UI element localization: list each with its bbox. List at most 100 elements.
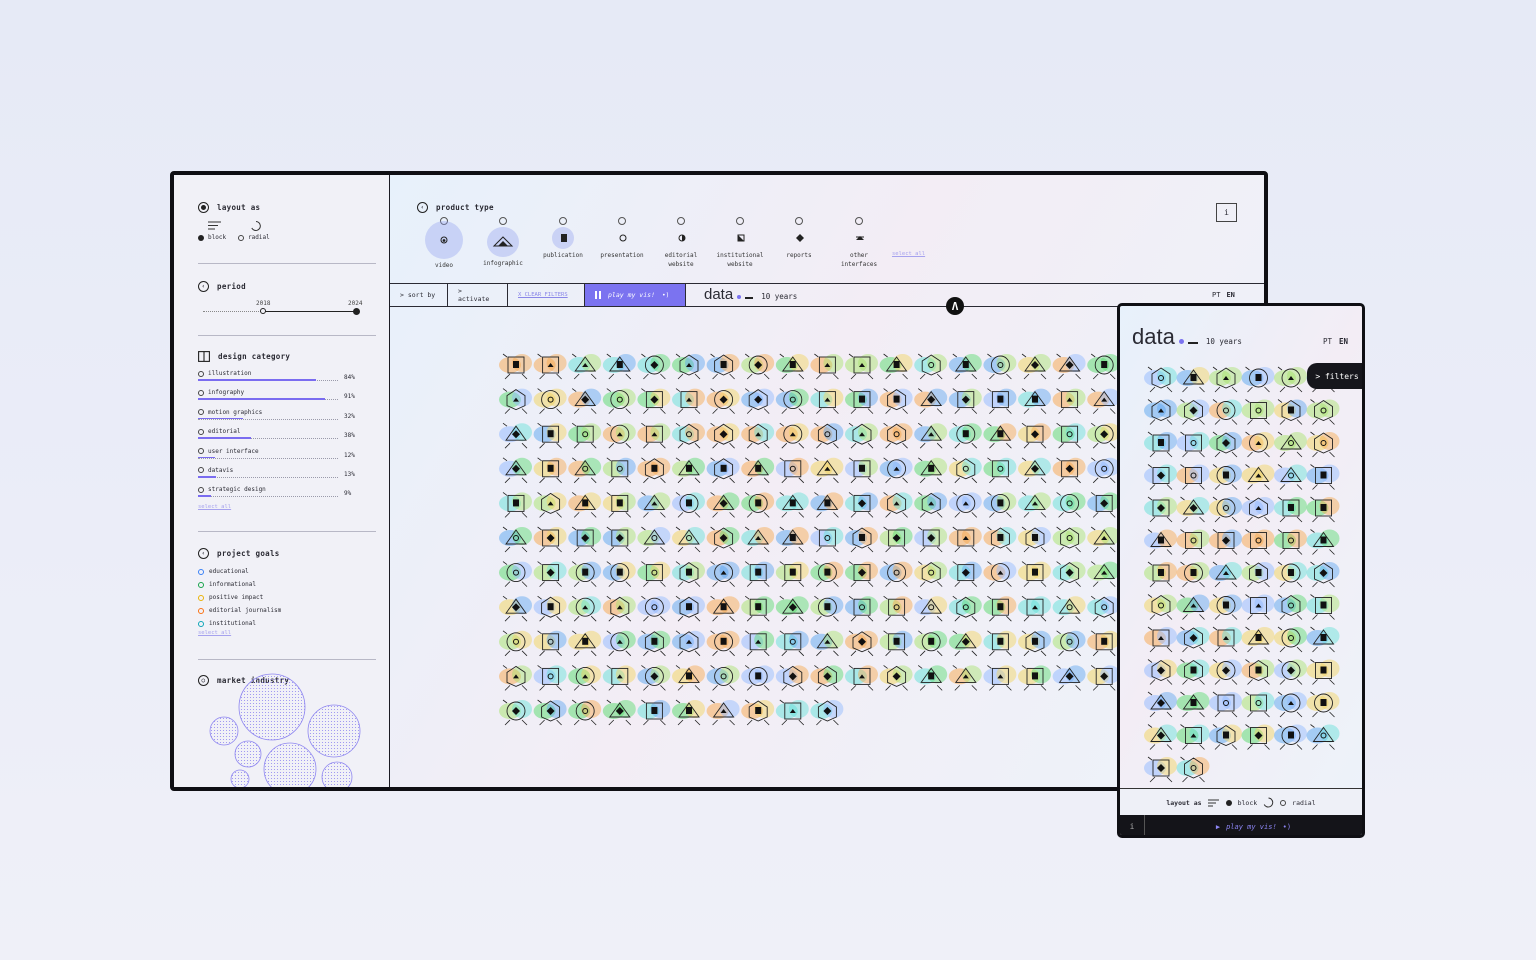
project-glyph[interactable] [568, 457, 602, 484]
project-glyph[interactable] [672, 492, 705, 518]
project-glyph[interactable] [948, 353, 982, 380]
project-glyph[interactable] [637, 526, 671, 553]
project-glyph[interactable] [1241, 594, 1275, 620]
project-glyph[interactable] [845, 595, 878, 622]
project-glyph[interactable] [1306, 691, 1340, 718]
project-glyph[interactable] [706, 665, 740, 691]
project-glyph[interactable] [1144, 659, 1177, 685]
project-glyph[interactable] [775, 561, 809, 587]
project-glyph[interactable] [775, 457, 809, 484]
project-glyph[interactable] [775, 665, 809, 691]
project-glyph[interactable] [602, 492, 636, 518]
mobile-radial-icon[interactable] [1263, 797, 1274, 808]
project-glyph[interactable] [637, 595, 671, 622]
project-glyph[interactable] [879, 492, 913, 518]
project-glyph[interactable] [602, 665, 636, 691]
project-glyph[interactable] [1306, 626, 1340, 653]
project-glyph[interactable] [810, 422, 844, 449]
project-glyph[interactable] [706, 699, 740, 726]
project-glyph[interactable] [948, 665, 982, 691]
project-glyph[interactable] [533, 492, 567, 518]
project-glyph[interactable] [1087, 561, 1121, 587]
project-glyph[interactable] [1176, 691, 1210, 718]
project-glyph[interactable] [879, 388, 913, 414]
project-glyph[interactable] [741, 353, 775, 380]
project-glyph[interactable] [1087, 665, 1121, 691]
project-glyph[interactable] [741, 699, 775, 726]
project-goal-item[interactable]: editorial journalism [198, 604, 376, 617]
project-glyph[interactable] [672, 630, 705, 657]
project-glyph[interactable] [1018, 422, 1051, 449]
product-type-radio[interactable] [559, 217, 567, 225]
project-glyph[interactable] [1306, 529, 1340, 555]
product-type-presentation[interactable]: presentation [592, 217, 652, 260]
project-glyph[interactable] [879, 422, 913, 449]
project-glyph[interactable] [845, 353, 878, 380]
mobile-block-radio[interactable] [1225, 799, 1232, 806]
project-glyph[interactable] [1144, 464, 1177, 490]
project-glyph[interactable] [810, 457, 844, 484]
goal-color-radio[interactable] [198, 594, 204, 601]
project-glyph[interactable] [637, 561, 671, 587]
category-radio[interactable] [198, 389, 204, 396]
project-glyph[interactable] [1052, 492, 1086, 518]
project-glyph[interactable] [741, 561, 775, 587]
project-glyph[interactable] [1087, 630, 1121, 657]
project-glyph[interactable] [879, 526, 913, 553]
project-glyph[interactable] [602, 388, 636, 414]
project-glyph[interactable] [1176, 464, 1210, 490]
product-type-radio[interactable] [618, 217, 626, 225]
block-layout-icon[interactable] [208, 221, 222, 230]
project-glyph[interactable] [775, 526, 809, 553]
project-glyph[interactable] [1176, 724, 1210, 750]
mobile-radial-radio[interactable] [1280, 799, 1287, 806]
project-glyph[interactable] [568, 422, 602, 449]
project-glyph[interactable] [1052, 457, 1086, 484]
project-glyph[interactable] [1209, 431, 1242, 458]
project-glyph[interactable] [810, 595, 844, 622]
project-goal-item[interactable]: educational [198, 565, 376, 578]
project-glyph[interactable] [672, 388, 705, 414]
project-glyph[interactable] [741, 665, 775, 691]
project-glyph[interactable] [499, 595, 532, 622]
project-glyph[interactable] [1144, 366, 1177, 393]
project-glyph[interactable] [983, 353, 1017, 380]
project-glyph[interactable] [533, 388, 567, 414]
project-glyph[interactable] [637, 388, 671, 414]
project-glyph[interactable] [1144, 724, 1177, 750]
project-glyph[interactable] [914, 526, 948, 553]
project-glyph[interactable] [879, 595, 913, 622]
project-glyph[interactable] [1144, 756, 1177, 783]
project-glyph[interactable] [775, 388, 809, 414]
product-type-radio[interactable] [677, 217, 685, 225]
project-glyph[interactable] [568, 388, 602, 414]
goal-color-radio[interactable] [198, 568, 204, 575]
project-glyph[interactable] [914, 665, 948, 691]
project-glyph[interactable] [1087, 492, 1121, 518]
radial-layout-icon[interactable] [250, 220, 262, 232]
project-glyph[interactable] [1306, 724, 1340, 750]
project-goal-item[interactable]: informational [198, 578, 376, 591]
project-glyph[interactable] [914, 457, 948, 484]
product-type-radio[interactable] [736, 217, 744, 225]
product-type-publication[interactable]: publication [533, 217, 593, 260]
design-category-select-all[interactable]: select all [198, 504, 376, 510]
project-glyph[interactable] [810, 353, 844, 380]
project-glyph[interactable] [1209, 691, 1242, 718]
project-glyph[interactable] [1209, 529, 1242, 555]
project-glyph[interactable] [1274, 399, 1307, 425]
project-glyph[interactable] [948, 595, 982, 622]
project-glyph[interactable] [1018, 353, 1051, 380]
project-glyph[interactable] [602, 561, 636, 587]
project-glyph[interactable] [1176, 431, 1210, 458]
project-glyph[interactable] [1274, 496, 1307, 523]
project-glyph[interactable] [637, 422, 671, 449]
project-glyph[interactable] [568, 526, 602, 553]
project-glyph[interactable] [879, 561, 913, 587]
mobile-block-icon[interactable] [1207, 799, 1220, 807]
project-glyph[interactable] [602, 630, 636, 657]
project-glyph[interactable] [1144, 594, 1177, 620]
project-glyph[interactable] [499, 699, 532, 726]
project-glyph[interactable] [1176, 399, 1210, 425]
project-glyph[interactable] [845, 422, 878, 449]
